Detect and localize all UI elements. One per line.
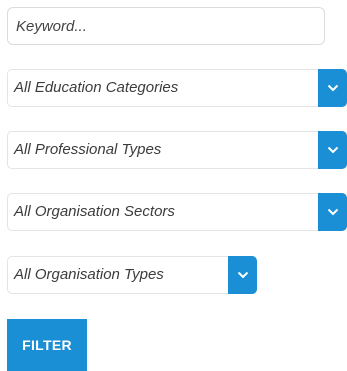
chevron-down-icon bbox=[237, 271, 248, 279]
organisation-type-select[interactable]: All Organisation Types bbox=[7, 256, 257, 294]
professional-type-value: All Professional Types bbox=[14, 141, 162, 158]
professional-type-dropdown-toggle[interactable] bbox=[318, 131, 347, 169]
organisation-type-value: All Organisation Types bbox=[14, 266, 164, 283]
organisation-sector-dropdown-toggle[interactable] bbox=[318, 193, 347, 231]
organisation-type-dropdown-toggle[interactable] bbox=[228, 256, 257, 294]
professional-type-select[interactable]: All Professional Types bbox=[7, 131, 347, 169]
education-category-value: All Education Categories bbox=[14, 79, 179, 96]
keyword-search-input[interactable] bbox=[7, 7, 325, 45]
organisation-sector-value: All Organisation Sectors bbox=[14, 203, 175, 220]
education-category-dropdown-toggle[interactable] bbox=[318, 69, 347, 107]
organisation-sector-select[interactable]: All Organisation Sectors bbox=[7, 193, 347, 231]
filter-panel: All Education Categories All Professiona… bbox=[0, 0, 347, 371]
education-category-select[interactable]: All Education Categories bbox=[7, 69, 347, 107]
filter-button[interactable]: FILTER bbox=[7, 319, 87, 371]
chevron-down-icon bbox=[327, 208, 338, 216]
chevron-down-icon bbox=[327, 84, 338, 92]
chevron-down-icon bbox=[327, 146, 338, 154]
